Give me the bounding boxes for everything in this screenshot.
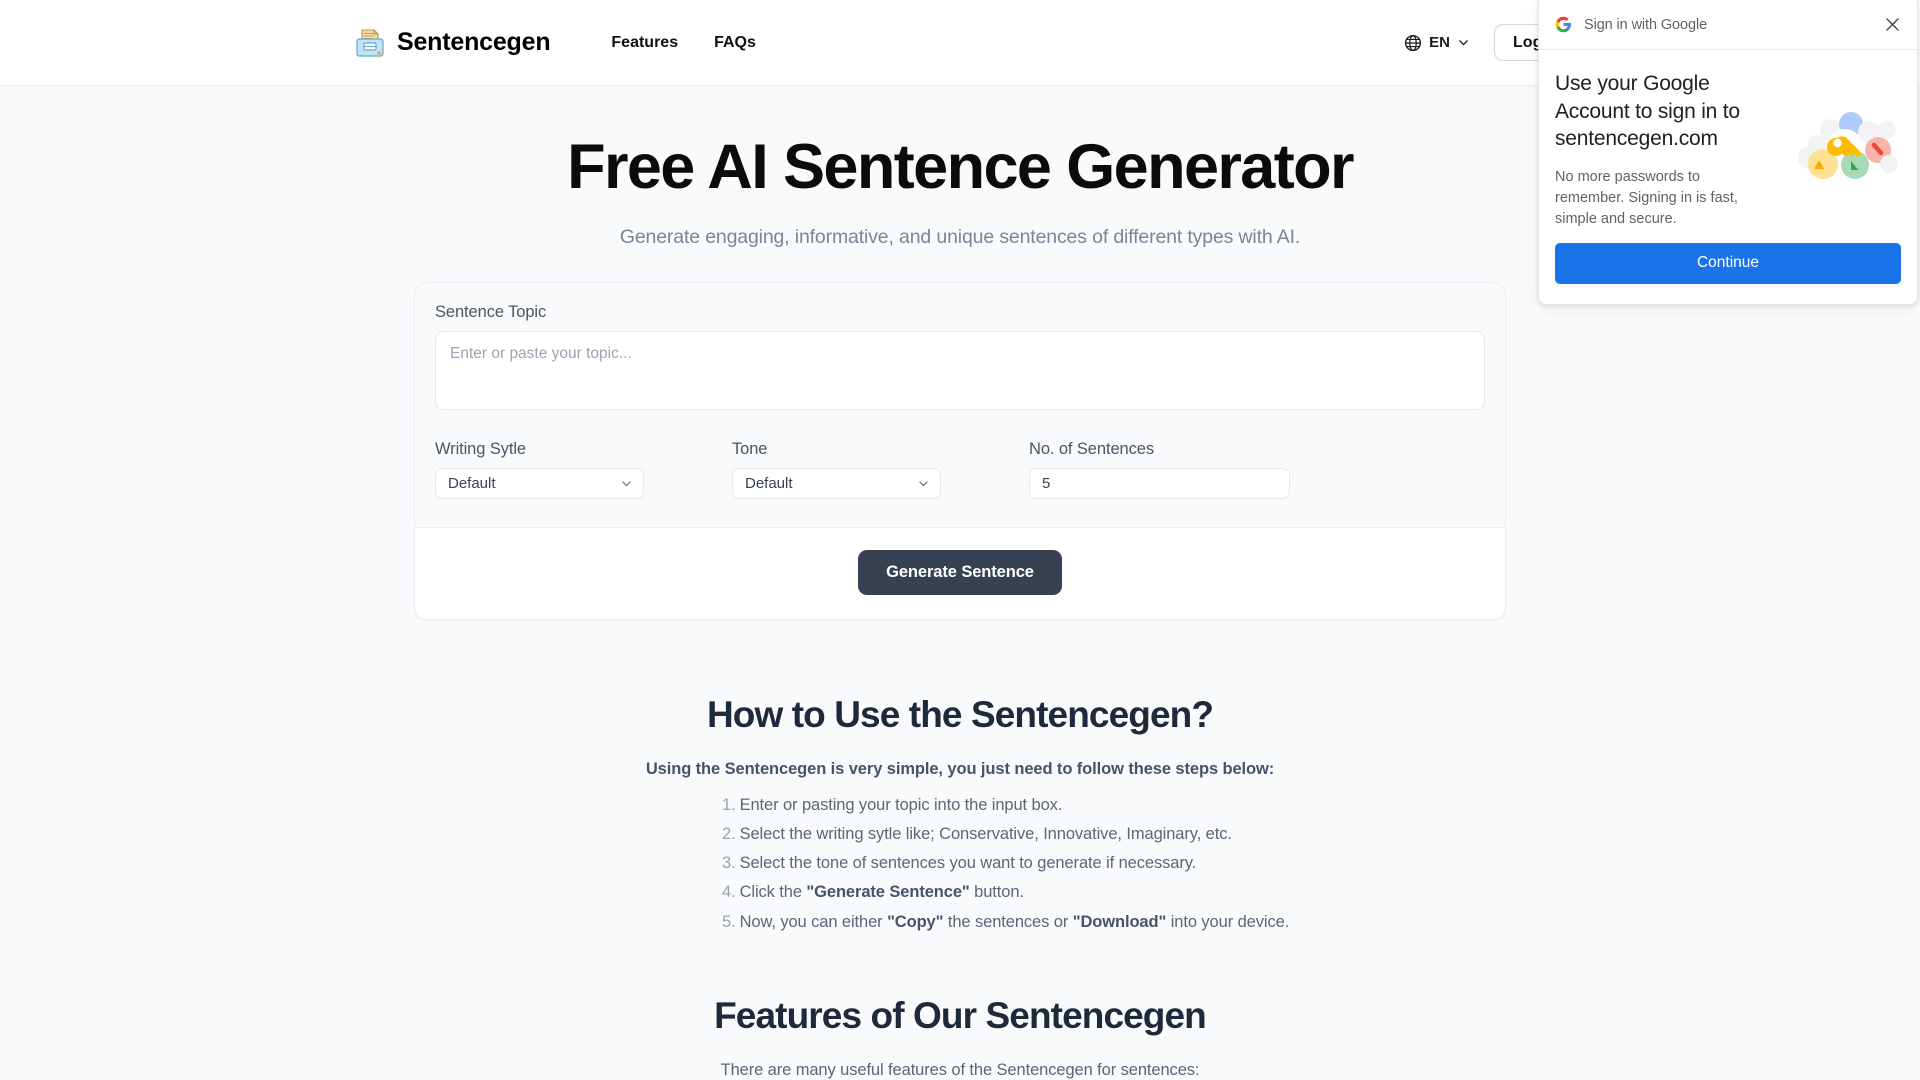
google-popup-header: Sign in with Google (1539, 0, 1917, 50)
google-popup-title: Sign in with Google (1584, 16, 1708, 33)
tone-label: Tone (732, 440, 768, 459)
step-text: the sentences or (943, 912, 1073, 931)
step-emphasis: "Generate Sentence" (806, 883, 970, 902)
google-popup-subtitle: No more passwords to remember. Signing i… (1555, 169, 1738, 227)
writing-style-select-wrap: Default (435, 468, 732, 500)
how-to-use-step: 5. Now, you can either "Copy" the sentenc… (722, 912, 1310, 934)
chevron-down-icon (1457, 36, 1470, 49)
google-signin-popup: Sign in with Google Use your Google Acco… (1538, 0, 1918, 305)
step-text: Enter or pasting your topic into the inp… (739, 795, 1063, 814)
writing-style-label: Writing Sytle (435, 440, 527, 459)
nav-link-features[interactable]: Features (611, 34, 678, 52)
nav-link-faqs[interactable]: FAQs (714, 34, 756, 52)
step-number: 2. (722, 824, 736, 843)
language-code: EN (1429, 34, 1451, 51)
sentence-count-label: No. of Sentences (1029, 440, 1154, 459)
generator-actions: Generate Sentence (415, 528, 1505, 619)
step-text: Select the tone of sentences you want to… (739, 854, 1197, 873)
brand-logo-link[interactable]: Sentencegen (355, 27, 551, 59)
google-g-icon (1555, 16, 1572, 33)
writing-style-group: Writing Sytle Default (435, 440, 732, 500)
features-lead: There are many useful features of the Se… (720, 1061, 1200, 1080)
tone-select[interactable]: Default (732, 468, 941, 500)
tone-select-wrap: Default (732, 468, 1029, 500)
how-to-use-steps: 1. Enter or pasting your topic into the i… (610, 795, 1310, 934)
step-number: 4. (722, 883, 736, 902)
google-popup-heading: Use your Google Account to sign in to se… (1555, 72, 1740, 151)
card-index-box-icon (355, 27, 385, 59)
topic-label: Sentence Topic (435, 303, 547, 322)
step-number: 1. (722, 795, 736, 814)
step-text: Select the writing sytle like; Conservat… (739, 824, 1232, 843)
writing-style-select[interactable]: Default (435, 468, 644, 500)
how-to-use-step: 2. Select the writing sytle like; Conserv… (722, 824, 1310, 846)
chevron-down-icon (917, 477, 930, 490)
key-illustration-icon (1793, 102, 1903, 182)
generator-options-row: Writing Sytle Default Tone Default No. o… (435, 440, 1485, 500)
sentence-count-input[interactable] (1029, 468, 1290, 500)
google-popup-actions: Continue (1539, 229, 1917, 304)
site-header: Sentencegen Features FAQs EN Log in Sign… (0, 0, 1920, 305)
tone-value: Default (745, 475, 793, 493)
how-to-use-step: 3. Select the tone of sentences you want … (722, 853, 1310, 875)
step-emphasis: "Copy" (887, 912, 944, 931)
step-text: into your device. (1166, 912, 1290, 931)
features-section: Features of Our Sentencegen There are ma… (0, 995, 1920, 1080)
how-to-use-lead: Using the Sentencegen is very simple, yo… (645, 759, 1275, 778)
how-to-use-section: How to Use the Sentencegen? Using the Se… (0, 694, 1920, 934)
step-text: Click the (739, 883, 807, 902)
google-popup-copy: Use your Google Account to sign in to se… (1555, 70, 1770, 229)
google-continue-button[interactable]: Continue (1555, 243, 1901, 284)
features-title: Features of Our Sentencegen (714, 995, 1207, 1037)
step-text: Now, you can either (739, 912, 888, 931)
how-to-use-title: How to Use the Sentencegen? (706, 693, 1214, 735)
how-to-use-step: 4. Click the "Generate Sentence" button. (722, 882, 1310, 904)
step-number: 3. (722, 854, 736, 873)
step-text: button. (969, 883, 1024, 902)
generate-sentence-button[interactable]: Generate Sentence (858, 550, 1062, 595)
globe-icon (1404, 34, 1422, 52)
google-popup-body: Use your Google Account to sign in to se… (1539, 50, 1917, 229)
brand-name: Sentencegen (397, 28, 551, 56)
step-emphasis: "Download" (1072, 912, 1167, 931)
writing-style-value: Default (448, 475, 496, 493)
tone-group: Tone Default (732, 440, 1029, 500)
how-to-use-step: 1. Enter or pasting your topic into the i… (722, 795, 1310, 817)
generator-card: Sentence Topic Writing Sytle Default (414, 282, 1506, 620)
language-switcher[interactable]: EN (1394, 28, 1480, 58)
generator-fields: Sentence Topic Writing Sytle Default (415, 283, 1505, 529)
step-number: 5. (722, 912, 736, 931)
close-icon[interactable] (1881, 14, 1903, 36)
sentence-count-group: No. of Sentences (1029, 440, 1290, 500)
chevron-down-icon (620, 477, 633, 490)
topic-input[interactable] (435, 331, 1485, 411)
main-nav: Features FAQs (611, 34, 756, 52)
